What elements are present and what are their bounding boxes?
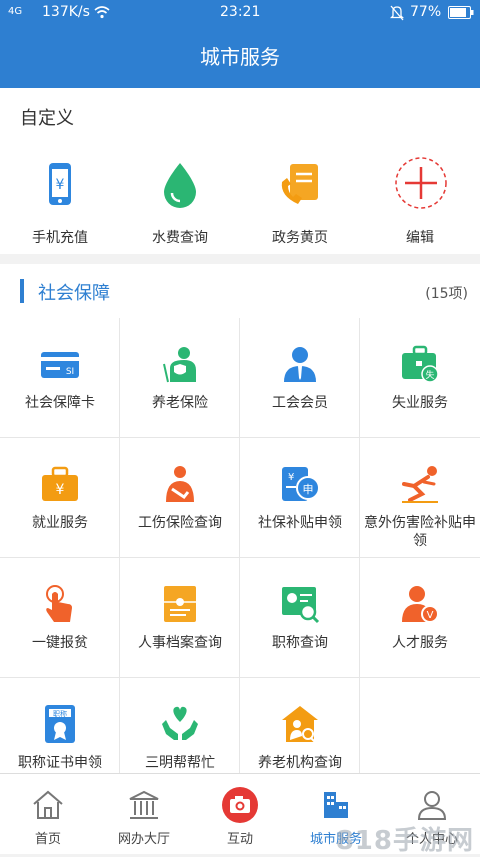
grid-item-helping-hands[interactable]: 三明帮帮忙 <box>120 678 240 773</box>
title-query-icon <box>280 584 320 624</box>
home-icon <box>31 788 65 822</box>
grid-item-label: 三明帮帮忙 <box>145 755 215 771</box>
quick-item-label: 水费查询 <box>152 230 208 246</box>
grid-item-talent-service[interactable]: V 人才服务 <box>360 558 480 678</box>
grid-item-accident-insurance[interactable]: 意外伤害险补贴申领 <box>360 438 480 558</box>
grid-item-label: 社会保障卡 <box>25 395 95 411</box>
grid-empty-cell <box>360 678 480 773</box>
network-speed: 137K/s <box>42 4 90 20</box>
quick-item-yellow-pages[interactable]: 政务黄页 <box>240 160 360 250</box>
grid-item-injury-insurance[interactable]: 工伤保险查询 <box>120 438 240 558</box>
svg-text:职称: 职称 <box>53 709 67 718</box>
quick-item-label: 手机充值 <box>32 230 88 246</box>
page-title: 城市服务 <box>200 45 280 69</box>
svg-text:SI: SI <box>66 367 74 377</box>
title-certificate-icon: 职称 <box>40 704 80 744</box>
svg-text:失: 失 <box>425 369 434 381</box>
quick-item-label: 编辑 <box>406 230 434 246</box>
grid-item-title-certificate[interactable]: 职称 职称证书申领 <box>0 678 120 773</box>
tab-label: 首页 <box>34 832 61 847</box>
grid-item-label: 养老保险 <box>152 395 208 411</box>
grid-item-one-tap-report[interactable]: 一键报贫 <box>0 558 120 678</box>
quick-item-water[interactable]: 水费查询 <box>120 160 240 250</box>
quick-item-recharge[interactable]: ¥ 手机充值 <box>0 160 120 250</box>
custom-title: 自定义 <box>20 108 74 129</box>
helping-hands-icon <box>160 704 200 744</box>
tab-label: 互动 <box>226 832 253 847</box>
elderly-institution-icon <box>280 704 320 744</box>
grid-item-label: 意外伤害险补贴申领 <box>364 515 476 549</box>
quick-item-label: 政务黄页 <box>272 230 328 246</box>
grid-item-employment-service[interactable]: ¥ 就业服务 <box>0 438 120 558</box>
subsidy-apply-icon: ¥ 申 <box>280 464 320 504</box>
grid-item-label: 工会会员 <box>272 395 328 411</box>
svg-text:¥: ¥ <box>56 482 65 498</box>
add-icon <box>394 156 448 210</box>
signal-indicator: 4G <box>8 6 23 17</box>
hall-icon <box>127 788 161 822</box>
section-count: (15项) <box>425 286 468 302</box>
grid-item-label: 就业服务 <box>32 515 88 531</box>
battery-percent: 77% <box>410 4 442 20</box>
tab-interact[interactable]: 互动 <box>192 774 288 854</box>
grid-item-label: 人事档案查询 <box>138 635 222 651</box>
grid-item-label: 一键报贫 <box>32 635 88 651</box>
grid-item-label: 人才服务 <box>392 635 448 651</box>
quick-item-edit[interactable]: 编辑 <box>360 157 480 250</box>
section-title: 社会保障 <box>38 283 110 304</box>
app-bar: 城市服务 <box>0 26 480 88</box>
employment-service-icon: ¥ <box>40 464 80 504</box>
grid-item-pension-insurance[interactable]: 养老保险 <box>120 318 240 438</box>
grid-item-social-security-card[interactable]: SI 社会保障卡 <box>0 318 120 438</box>
camera-icon <box>221 786 259 824</box>
svg-text:申: 申 <box>303 483 314 496</box>
pension-insurance-icon <box>160 344 200 384</box>
clock: 23:21 <box>220 4 261 20</box>
grid-item-unemployment-service[interactable]: 失 失业服务 <box>360 318 480 438</box>
mute-icon <box>389 5 405 25</box>
accident-insurance-icon <box>400 464 440 504</box>
status-bar: 4G 137K/s 23:21 77% <box>0 0 480 26</box>
tab-label: 网办大厅 <box>117 832 170 847</box>
phone-recharge-icon: ¥ <box>36 160 84 208</box>
tab-hall[interactable]: 网办大厅 <box>96 774 192 854</box>
grid-item-label: 职称证书申领 <box>18 755 102 771</box>
grid-item-label: 社保补贴申领 <box>258 515 342 531</box>
section-accent-bar <box>20 279 24 303</box>
custom-section: 自定义 ¥ 手机充值 水费查询 政务黄页 编辑 <box>0 88 480 254</box>
one-tap-report-icon <box>40 584 80 624</box>
grid-item-union-member[interactable]: 工会会员 <box>240 318 360 438</box>
svg-text:¥: ¥ <box>288 472 294 483</box>
grid-item-subsidy-apply[interactable]: ¥ 申 社保补贴申领 <box>240 438 360 558</box>
injury-insurance-icon <box>160 464 200 504</box>
water-drop-icon <box>156 160 204 208</box>
grid-item-label: 职称查询 <box>272 635 328 651</box>
talent-service-icon: V <box>400 584 440 624</box>
grid-item-personnel-file[interactable]: 人事档案查询 <box>120 558 240 678</box>
social-security-card-icon: SI <box>40 344 80 384</box>
grid-item-label: 工伤保险查询 <box>138 515 222 531</box>
grid-item-elderly-institution[interactable]: 养老机构查询 <box>240 678 360 773</box>
yellow-pages-icon <box>276 160 324 208</box>
wifi-icon <box>94 5 110 23</box>
watermark: 818手游网 <box>335 826 474 856</box>
grid-item-label: 养老机构查询 <box>258 755 342 771</box>
personnel-file-icon <box>160 584 200 624</box>
union-member-icon <box>280 344 320 384</box>
city-service-icon <box>319 788 353 822</box>
grid-item-label: 失业服务 <box>392 395 448 411</box>
grid-item-title-query[interactable]: 职称查询 <box>240 558 360 678</box>
service-grid: SI 社会保障卡 养老保险 工会会员 失 失业服务 ¥ 就业服务 工伤保险查询 … <box>0 318 480 773</box>
svg-text:¥: ¥ <box>56 177 65 193</box>
battery-icon <box>448 6 474 23</box>
user-icon <box>415 788 449 822</box>
unemployment-service-icon: 失 <box>400 344 440 384</box>
section-header: 社会保障 (15项) <box>0 264 480 319</box>
svg-text:V: V <box>427 610 434 621</box>
tab-home[interactable]: 首页 <box>0 774 96 854</box>
